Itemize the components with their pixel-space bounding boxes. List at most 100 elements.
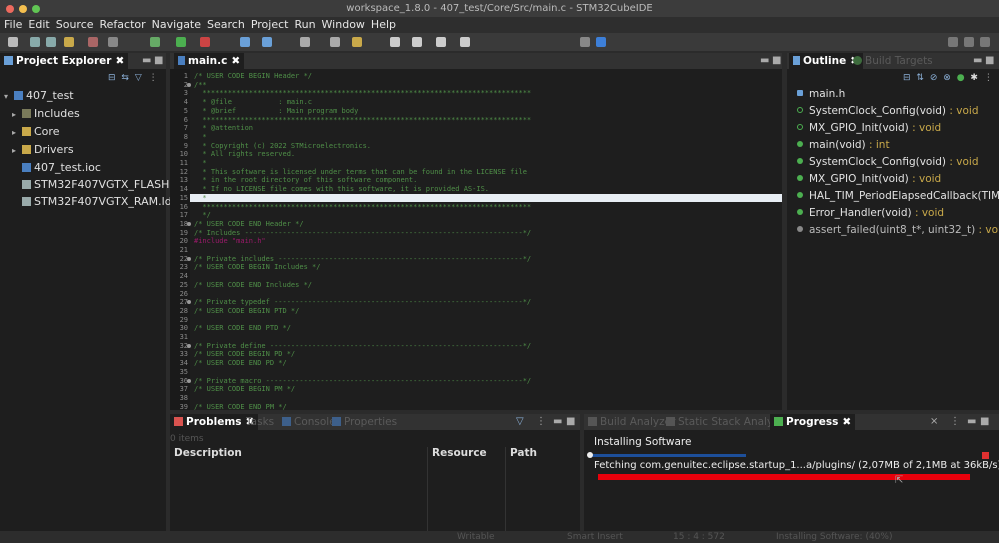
- outline-item[interactable]: assert_failed(uint8_t*, uint32_t) : void: [797, 224, 999, 236]
- fold-icon[interactable]: [187, 300, 191, 305]
- view-menu-icon[interactable]: ⋮: [536, 416, 546, 427]
- save-all-icon[interactable]: [46, 37, 56, 47]
- close-icon[interactable]: ✖: [231, 55, 240, 67]
- chevron-right-icon[interactable]: ▸: [12, 106, 22, 123]
- outline-item[interactable]: Error_Handler(void) : void: [797, 207, 944, 219]
- menu-source[interactable]: Source: [56, 17, 94, 33]
- new-class-icon[interactable]: [262, 37, 272, 47]
- tree-item[interactable]: STM32F407VGTX_RAM.ld: [4, 193, 183, 210]
- outline-item[interactable]: main(void) : int: [797, 139, 890, 151]
- info-icon[interactable]: [596, 37, 606, 47]
- outline-item[interactable]: SystemClock_Config(void) : void: [797, 105, 978, 117]
- tree-item[interactable]: ▸ Includes: [4, 105, 183, 123]
- fold-icon[interactable]: [187, 221, 191, 226]
- close-icon[interactable]: ✖: [115, 55, 124, 67]
- chevron-right-icon[interactable]: ▸: [12, 142, 22, 159]
- fold-icon[interactable]: [187, 256, 191, 261]
- collapse-all-icon[interactable]: ⊟: [903, 73, 911, 83]
- minimize-icon[interactable]: ▬: [760, 55, 769, 66]
- new-icon[interactable]: [8, 37, 18, 47]
- hide-non-public-icon[interactable]: ●: [957, 73, 965, 83]
- build-icon[interactable]: [64, 37, 74, 47]
- minimize-icon[interactable]: ▬: [967, 416, 976, 427]
- maximize-icon[interactable]: ■: [566, 416, 575, 427]
- column-resource[interactable]: Resource: [432, 447, 487, 459]
- debug-icon[interactable]: [150, 37, 160, 47]
- minimize-window-button[interactable]: [19, 5, 27, 13]
- fold-icon[interactable]: [187, 343, 191, 348]
- menu-refactor[interactable]: Refactor: [100, 17, 146, 33]
- clean-icon[interactable]: [108, 37, 118, 47]
- perspective-cpp-icon[interactable]: [980, 37, 990, 47]
- run-icon[interactable]: [176, 37, 186, 47]
- view-menu-icon[interactable]: ⋮: [984, 73, 993, 83]
- cancel-operation-button[interactable]: [982, 452, 989, 459]
- menu-run[interactable]: Run: [294, 17, 315, 33]
- link-with-editor-icon[interactable]: ⇆: [121, 73, 129, 83]
- tab-properties[interactable]: Properties: [328, 414, 401, 430]
- maximize-window-button[interactable]: [32, 5, 40, 13]
- open-type-icon[interactable]: [300, 37, 310, 47]
- outline-item[interactable]: SystemClock_Config(void) : void: [797, 156, 978, 168]
- menu-window[interactable]: Window: [322, 17, 365, 33]
- sort-icon[interactable]: ⇅: [916, 73, 924, 83]
- prev-annotation-icon[interactable]: [412, 37, 422, 47]
- outline-item[interactable]: HAL_TIM_PeriodElapsedCallback(TIM_Ha: [797, 190, 999, 202]
- filter-icon[interactable]: ▽: [516, 416, 524, 427]
- tab-progress[interactable]: Progress ✖: [770, 414, 856, 430]
- tree-item[interactable]: ▾ 407_test: [4, 87, 183, 105]
- search-icon[interactable]: [330, 37, 340, 47]
- external-tools-icon[interactable]: [200, 37, 210, 47]
- forward-icon[interactable]: [460, 37, 470, 47]
- column-path[interactable]: Path: [510, 447, 537, 459]
- tree-item[interactable]: STM32F407VGTX_FLASH.ld: [4, 176, 183, 193]
- tree-item[interactable]: ▸ Core: [4, 123, 183, 141]
- maximize-icon[interactable]: ■: [980, 416, 989, 427]
- minimize-icon[interactable]: ▬: [553, 416, 562, 427]
- chevron-down-icon[interactable]: ▾: [4, 88, 14, 105]
- remove-finished-icon[interactable]: ⨯: [930, 416, 938, 427]
- maximize-icon[interactable]: ■: [772, 55, 781, 66]
- view-menu-icon[interactable]: ⋮: [149, 73, 158, 83]
- menu-edit[interactable]: Edit: [28, 17, 49, 33]
- maximize-icon[interactable]: ■: [985, 55, 994, 66]
- toggle-mark-icon[interactable]: [352, 37, 362, 47]
- menu-help[interactable]: Help: [371, 17, 396, 33]
- tree-item[interactable]: ▸ Drivers: [4, 141, 183, 159]
- column-description[interactable]: Description: [174, 447, 242, 459]
- code-area[interactable]: 1/* USER CODE BEGIN Header */2/** 3 *****…: [170, 69, 782, 410]
- fold-icon[interactable]: [187, 378, 191, 383]
- tab-tasks[interactable]: Tasks: [242, 414, 278, 430]
- menu-navigate[interactable]: Navigate: [152, 17, 201, 33]
- hide-static-icon[interactable]: ⊗: [943, 73, 951, 83]
- pin-icon[interactable]: [580, 37, 590, 47]
- menu-project[interactable]: Project: [251, 17, 289, 33]
- save-icon[interactable]: [30, 37, 40, 47]
- minimize-icon[interactable]: ▬: [973, 55, 982, 66]
- minimize-icon[interactable]: ▬: [142, 55, 151, 66]
- tree-item[interactable]: 407_test.ioc: [4, 159, 183, 176]
- tab-project-explorer[interactable]: Project Explorer ✖: [0, 53, 129, 69]
- menu-search[interactable]: Search: [207, 17, 245, 33]
- collapse-all-icon[interactable]: ⊟: [108, 73, 116, 83]
- hide-fields-icon[interactable]: ⊘: [930, 73, 938, 83]
- tab-build-targets[interactable]: Build Targets: [849, 53, 937, 69]
- close-icon[interactable]: ✖: [842, 416, 851, 428]
- outline-item[interactable]: main.h: [797, 88, 845, 100]
- close-window-button[interactable]: [6, 5, 14, 13]
- maximize-icon[interactable]: ■: [154, 55, 163, 66]
- view-menu-icon[interactable]: ⋮: [950, 416, 960, 427]
- group-icon[interactable]: ✱: [970, 73, 978, 83]
- chevron-right-icon[interactable]: ▸: [12, 124, 22, 141]
- filter-icon[interactable]: ▽: [135, 73, 142, 83]
- build-all-icon[interactable]: [88, 37, 98, 47]
- perspective-icon[interactable]: [948, 37, 958, 47]
- outline-item[interactable]: MX_GPIO_Init(void) : void: [797, 122, 941, 134]
- menu-file[interactable]: File: [4, 17, 22, 33]
- new-c-project-icon[interactable]: [240, 37, 250, 47]
- fold-icon[interactable]: [187, 82, 191, 87]
- outline-item[interactable]: MX_GPIO_Init(void) : void: [797, 173, 941, 185]
- back-icon[interactable]: [436, 37, 446, 47]
- tab-main-c[interactable]: main.c ✖: [174, 53, 245, 69]
- next-annotation-icon[interactable]: [390, 37, 400, 47]
